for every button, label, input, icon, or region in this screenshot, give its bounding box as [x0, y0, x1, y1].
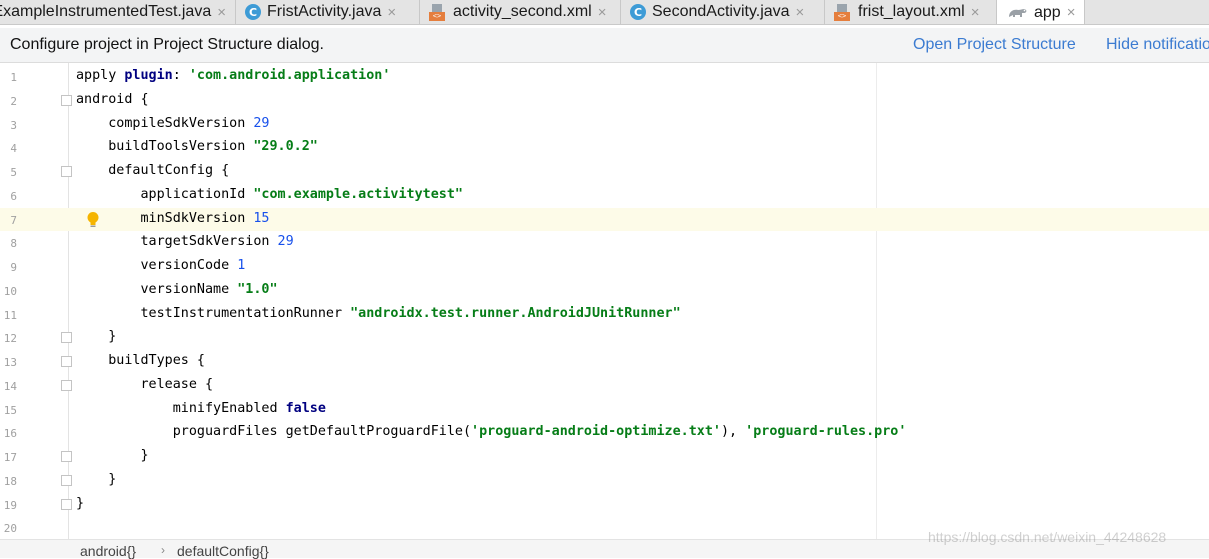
tab-label: FristActivity.java — [267, 3, 382, 20]
code-text: buildToolsVersion "29.0.2" — [76, 139, 318, 155]
fold-marker-icon[interactable] — [61, 474, 72, 486]
breadcrumb-separator: › — [161, 543, 165, 557]
editor-tab-bar: ExampleInstrumentedTest.java × C FristAc… — [0, 0, 1209, 25]
code-line[interactable]: 10 versionName "1.0" — [0, 279, 1209, 303]
line-number: 20 — [3, 522, 17, 536]
code-text: } — [76, 448, 149, 463]
fold-marker-icon[interactable] — [61, 356, 72, 367]
line-number: 15 — [3, 403, 17, 417]
close-icon[interactable]: × — [971, 5, 980, 20]
code-line[interactable]: 3 compileSdkVersion 29 — [0, 113, 1209, 137]
line-number: 3 — [10, 118, 17, 132]
tab-app-gradle[interactable]: app × — [997, 0, 1085, 24]
watermark: https://blog.csdn.net/weixin_44248628 — [928, 529, 1167, 545]
code-line[interactable]: 5 defaultConfig { — [0, 160, 1209, 184]
code-line[interactable]: 1 apply plugin: 'com.android.application' — [0, 65, 1209, 89]
code-line[interactable]: 17 } — [0, 445, 1209, 469]
code-line[interactable]: 19} — [0, 493, 1209, 517]
code-line[interactable]: 12 } — [0, 326, 1209, 350]
notification-message: Configure project in Project Structure d… — [10, 36, 324, 53]
code-text: targetSdkVersion 29 — [76, 234, 294, 250]
code-text: applicationId "com.example.activitytest" — [76, 186, 463, 202]
code-text: buildTypes { — [76, 353, 205, 368]
line-number: 7 — [10, 213, 17, 227]
code-text: compileSdkVersion 29 — [76, 115, 270, 131]
lightbulb-icon[interactable] — [86, 211, 100, 229]
fold-marker-icon[interactable] — [61, 451, 72, 462]
close-icon[interactable]: × — [1067, 5, 1076, 20]
class-icon: C — [245, 4, 261, 20]
code-line[interactable]: 4 buildToolsVersion "29.0.2" — [0, 136, 1209, 160]
open-project-structure-link[interactable]: Open Project Structure — [913, 36, 1076, 54]
fold-marker-icon[interactable] — [61, 94, 72, 106]
code-line[interactable]: 8 targetSdkVersion 29 — [0, 231, 1209, 255]
line-number: 13 — [3, 356, 17, 369]
code-line[interactable]: 14 release { — [0, 374, 1209, 398]
line-number: 16 — [3, 427, 17, 441]
code-text: release { — [76, 376, 214, 392]
code-text: proguardFiles getDefaultProguardFile('pr… — [76, 424, 907, 440]
fold-marker-icon[interactable] — [61, 498, 72, 510]
tab-label: activity_second.xml — [453, 3, 592, 20]
line-number: 5 — [10, 166, 17, 179]
code-text: apply plugin: 'com.android.application' — [76, 68, 391, 83]
class-icon: C — [630, 4, 646, 20]
close-icon[interactable]: × — [598, 5, 607, 20]
code-line[interactable]: 2 android { — [0, 89, 1209, 113]
xml-file-icon: <> — [834, 4, 852, 21]
close-icon[interactable]: × — [217, 5, 226, 20]
tab-activity-second-xml[interactable]: <> activity_second.xml × — [420, 0, 621, 24]
fold-marker-icon[interactable] — [61, 379, 72, 391]
line-number: 19 — [3, 498, 17, 512]
line-number: 1 — [10, 71, 17, 84]
code-line[interactable]: 11 testInstrumentationRunner "androidx.t… — [0, 303, 1209, 327]
line-number: 14 — [3, 379, 17, 393]
code-line[interactable]: 16 proguardFiles getDefaultProguardFile(… — [0, 421, 1209, 445]
xml-file-icon: <> — [429, 4, 447, 21]
code-text: } — [76, 495, 85, 511]
code-text: versionName "1.0" — [76, 281, 278, 297]
code-text: minifyEnabled false — [76, 400, 326, 416]
line-number: 2 — [10, 94, 17, 108]
line-number: 10 — [3, 284, 17, 298]
line-number: 4 — [10, 142, 17, 156]
code-text: versionCode 1 — [76, 258, 246, 273]
code-line[interactable]: 18 } — [0, 469, 1209, 493]
code-text: minSdkVersion 15 — [76, 210, 270, 226]
tab-frist-layout-xml[interactable]: <> frist_layout.xml × — [825, 0, 997, 24]
code-editor[interactable]: 1 apply plugin: 'com.android.application'… — [0, 63, 1209, 539]
tab-second-activity[interactable]: C SecondActivity.java × — [621, 0, 825, 24]
code-line[interactable]: 6 applicationId "com.example.activitytes… — [0, 184, 1209, 208]
code-text: } — [76, 329, 117, 345]
line-number: 11 — [3, 308, 17, 322]
code-line[interactable]: 13 buildTypes { — [0, 350, 1209, 374]
hide-notification-link[interactable]: Hide notification — [1106, 36, 1209, 54]
code-line[interactable]: 7 minSdkVersion 15 — [0, 207, 1209, 232]
line-number: 6 — [10, 189, 17, 203]
code-text: defaultConfig { — [76, 163, 230, 178]
tab-label: ExampleInstrumentedTest.java — [0, 3, 212, 20]
line-number: 8 — [10, 237, 17, 251]
line-number: 9 — [10, 261, 17, 274]
line-number: 12 — [3, 332, 17, 346]
close-icon[interactable]: × — [387, 5, 396, 20]
line-number: 18 — [3, 474, 17, 488]
line-number: 17 — [3, 451, 17, 464]
code-text: testInstrumentationRunner "androidx.test… — [76, 305, 681, 321]
fold-marker-icon[interactable] — [61, 332, 72, 344]
gradle-icon — [1009, 8, 1027, 17]
tab-frist-activity[interactable]: C FristActivity.java × — [236, 0, 420, 24]
code-line[interactable]: 15 minifyEnabled false — [0, 398, 1209, 422]
code-line[interactable]: 9 versionCode 1 — [0, 255, 1209, 279]
code-text: android { — [76, 91, 149, 107]
fold-marker-icon[interactable] — [61, 166, 72, 177]
close-icon[interactable]: × — [796, 5, 805, 20]
tab-example-instrumented-test[interactable]: ExampleInstrumentedTest.java × — [0, 0, 236, 24]
tab-label: frist_layout.xml — [858, 3, 965, 20]
code-text: } — [76, 471, 117, 487]
notification-bar: Configure project in Project Structure d… — [0, 28, 1209, 63]
tab-label: app — [1034, 3, 1061, 21]
tab-label: SecondActivity.java — [652, 3, 790, 20]
